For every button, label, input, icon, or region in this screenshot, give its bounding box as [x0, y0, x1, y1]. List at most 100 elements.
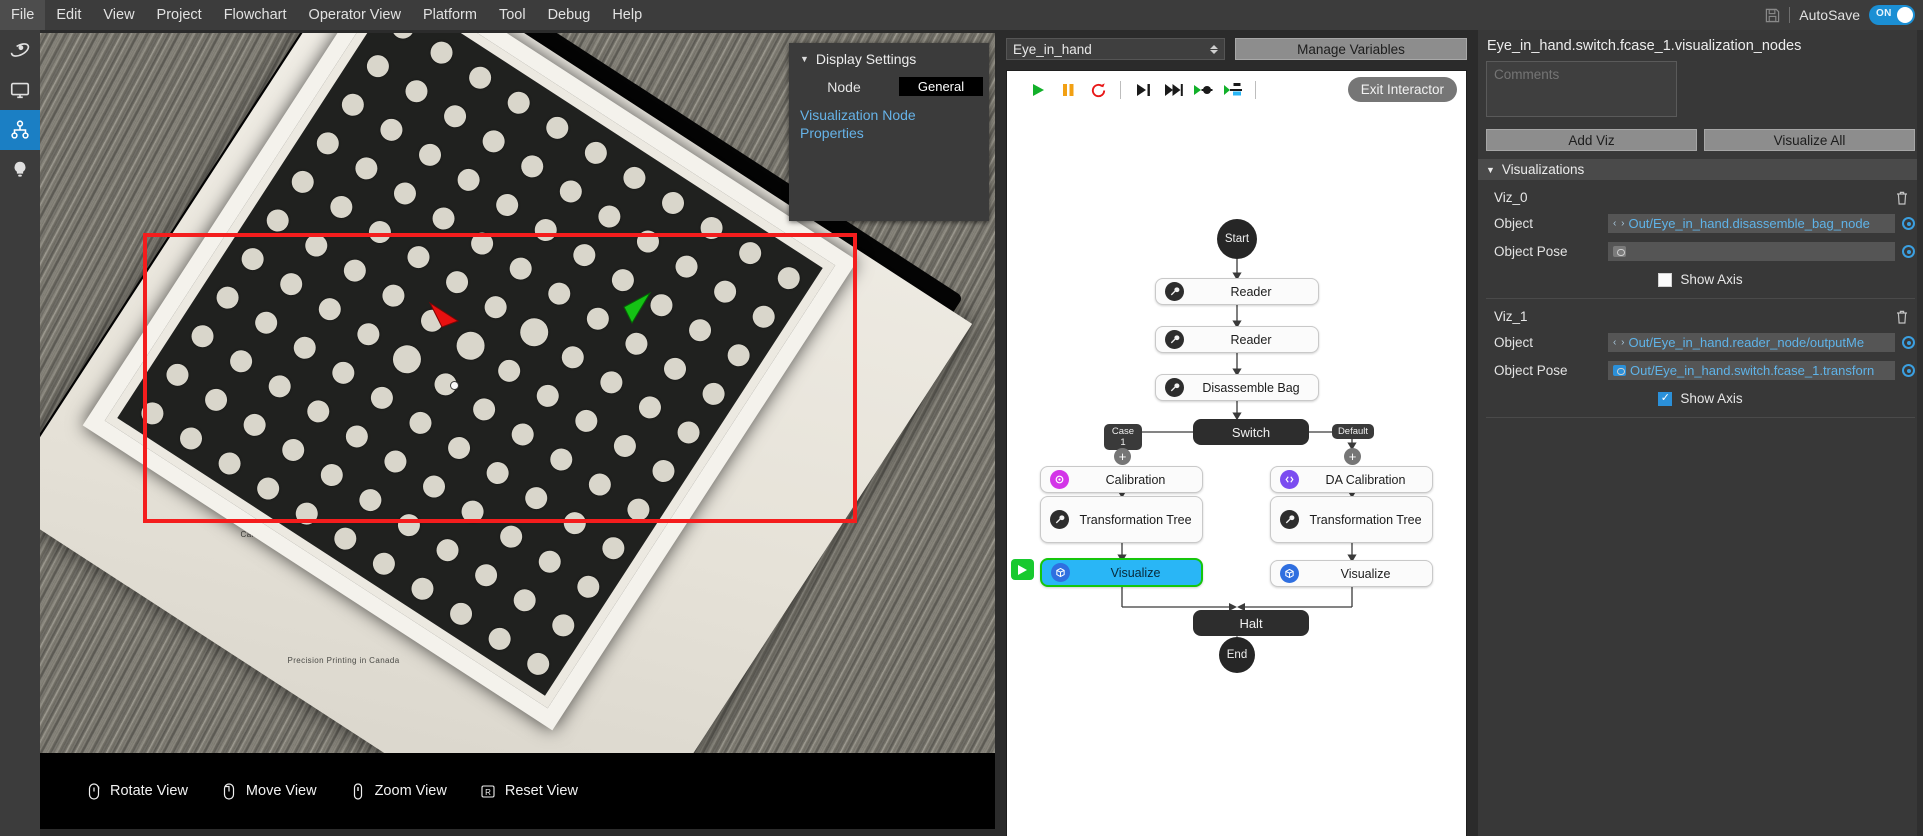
- flow-node-label: Calibration: [1105, 472, 1166, 487]
- rail-item-node-tree[interactable]: [0, 110, 40, 150]
- run-button[interactable]: [1023, 76, 1053, 104]
- rail-item-lightbulb[interactable]: [0, 150, 40, 190]
- visualization-card-header: Viz_0: [1486, 190, 1915, 205]
- menu-item-tool[interactable]: Tool: [488, 0, 537, 30]
- dot: [534, 546, 565, 577]
- show-axis-checkbox[interactable]: [1658, 272, 1673, 287]
- dot: [276, 268, 307, 300]
- flow-node-start[interactable]: Start: [1217, 219, 1257, 259]
- visualizations-section-header[interactable]: ▼ Visualizations: [1478, 159, 1923, 180]
- pause-icon: [1063, 84, 1074, 96]
- dot: [482, 457, 513, 489]
- object-pose-picker-button[interactable]: [1902, 364, 1915, 377]
- menu-item-file[interactable]: File: [0, 0, 46, 30]
- wrench-icon: [1165, 282, 1184, 301]
- step-over-button[interactable]: [1158, 76, 1188, 104]
- object-picker-button[interactable]: [1902, 336, 1915, 349]
- flowchart-canvas[interactable]: Exit Interactor Start Reader Reader Disa…: [1006, 70, 1467, 836]
- flow-node-end[interactable]: End: [1219, 637, 1255, 673]
- dot: [507, 419, 538, 450]
- flow-node-label: Reader: [1230, 284, 1272, 299]
- show-axis-row: Show Axis: [1486, 272, 1915, 287]
- dot: [584, 469, 616, 500]
- viewport-tool-zoom-view[interactable]: Zoom View: [351, 782, 447, 800]
- dot: [389, 178, 421, 209]
- orbit-view-icon: [10, 43, 30, 57]
- node-select[interactable]: General: [899, 77, 983, 96]
- dot: [387, 339, 427, 379]
- trash-icon[interactable]: [1895, 190, 1909, 205]
- visualization-object-pose-row: Object Pose: [1486, 242, 1915, 261]
- visualization-object-row: Object ‹ › Out/Eye_in_hand.disassemble_b…: [1486, 214, 1915, 233]
- run-from-node-tab[interactable]: [1011, 559, 1034, 580]
- rail-item-monitor[interactable]: [0, 70, 40, 110]
- show-axis-checkbox[interactable]: [1658, 391, 1673, 406]
- run-to-node-button[interactable]: [1188, 76, 1218, 104]
- dot: [634, 392, 666, 423]
- project-select[interactable]: Eye_in_hand: [1006, 38, 1225, 60]
- dot: [418, 471, 450, 502]
- flow-branch-tag-case-1[interactable]: Case 1: [1104, 424, 1142, 450]
- comments-input[interactable]: [1486, 61, 1677, 117]
- step-into-button[interactable]: [1128, 76, 1158, 104]
- menu-item-flowchart[interactable]: Flowchart: [213, 0, 298, 30]
- dot: [698, 378, 729, 410]
- autosave-toggle[interactable]: ON: [1869, 5, 1915, 25]
- pause-button[interactable]: [1053, 76, 1083, 104]
- key-r-icon: R: [481, 782, 496, 800]
- flow-branch-tag-default[interactable]: Default: [1332, 424, 1374, 439]
- menu-item-view[interactable]: View: [92, 0, 145, 30]
- flow-node-transformation-tree-right[interactable]: Transformation Tree: [1270, 496, 1433, 543]
- object-pose-picker-button[interactable]: [1902, 245, 1915, 258]
- dot: [484, 623, 515, 655]
- object-pose-field[interactable]: [1608, 242, 1895, 261]
- dot: [555, 176, 587, 207]
- manage-variables-button[interactable]: Manage Variables: [1235, 38, 1467, 60]
- flow-node-visualize-right[interactable]: Visualize: [1270, 560, 1433, 587]
- flow-node-disassemble-bag[interactable]: Disassemble Bag: [1155, 374, 1319, 401]
- object-pose-field[interactable]: Out/Eye_in_hand.switch.fcase_1.transforn: [1608, 361, 1895, 380]
- menu-item-edit[interactable]: Edit: [45, 0, 92, 30]
- add-node-button-right[interactable]: +: [1344, 448, 1361, 465]
- node-tree-icon: [11, 120, 29, 139]
- save-disk-icon[interactable]: [1765, 8, 1780, 23]
- run-to-breakpoint-button[interactable]: [1218, 76, 1248, 104]
- viewport-tool-move-view[interactable]: Move View: [222, 782, 317, 800]
- flow-node-label: Halt: [1239, 615, 1263, 631]
- menu-item-platform[interactable]: Platform: [412, 0, 488, 30]
- display-settings-header[interactable]: ▼ Display Settings: [789, 43, 989, 73]
- flow-node-calibration[interactable]: Calibration: [1040, 466, 1203, 493]
- dot: [362, 50, 394, 82]
- menu-item-project[interactable]: Project: [146, 0, 213, 30]
- menu-item-help[interactable]: Help: [601, 0, 653, 30]
- properties-scrollbar[interactable]: [1917, 30, 1923, 836]
- flow-node-reader-1[interactable]: Reader: [1155, 278, 1319, 305]
- trash-icon[interactable]: [1895, 309, 1909, 324]
- menu-item-operator-view[interactable]: Operator View: [298, 0, 412, 30]
- object-field[interactable]: ‹ › Out/Eye_in_hand.reader_node/outputMe: [1608, 333, 1895, 352]
- flow-node-reader-2[interactable]: Reader: [1155, 326, 1319, 353]
- dot: [569, 239, 600, 271]
- dot: [466, 228, 498, 259]
- reload-button[interactable]: [1083, 76, 1113, 104]
- flow-node-visualize-left[interactable]: Visualize: [1040, 558, 1203, 587]
- rail-item-orbit-view[interactable]: [0, 30, 40, 70]
- flow-node-switch[interactable]: Switch: [1193, 419, 1309, 445]
- exit-interactor-button[interactable]: Exit Interactor: [1347, 77, 1457, 102]
- visualization-node-properties-link[interactable]: Visualization Node Properties: [800, 106, 920, 142]
- paper-text-3: Precision Printing in Canada: [287, 655, 400, 665]
- flowchart-graph[interactable]: Start Reader Reader Disassemble Bag Swit…: [1007, 109, 1466, 836]
- flow-node-da-calibration[interactable]: DA Calibration: [1270, 466, 1433, 493]
- flow-node-halt[interactable]: Halt: [1193, 610, 1309, 636]
- menu-item-debug[interactable]: Debug: [537, 0, 602, 30]
- object-field[interactable]: ‹ › Out/Eye_in_hand.disassemble_bag_node: [1608, 214, 1895, 233]
- viewport-tool-reset-view[interactable]: R Reset View: [481, 782, 578, 800]
- flowchart-header: Eye_in_hand Manage Variables: [998, 30, 1475, 60]
- marker-green-arrow: [620, 291, 654, 329]
- flow-node-transformation-tree-left[interactable]: Transformation Tree: [1040, 496, 1203, 543]
- add-node-button-left[interactable]: +: [1114, 448, 1131, 465]
- viewport-tool-rotate-view[interactable]: Rotate View: [86, 782, 188, 800]
- object-picker-button[interactable]: [1902, 217, 1915, 230]
- visualize-all-button[interactable]: Visualize All: [1704, 129, 1915, 151]
- add-viz-button[interactable]: Add Viz: [1486, 129, 1697, 151]
